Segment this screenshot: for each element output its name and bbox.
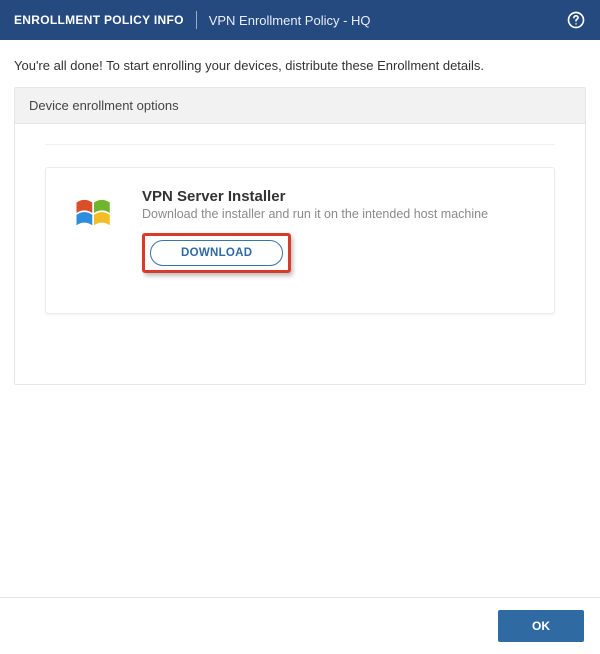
dialog-footer: OK (0, 597, 600, 654)
download-button[interactable]: DOWNLOAD (150, 240, 283, 266)
installer-card: VPN Server Installer Download the instal… (45, 167, 555, 314)
card-description: Download the installer and run it on the… (142, 207, 530, 221)
intro-text: You're all done! To start enrolling your… (0, 40, 600, 87)
ok-button[interactable]: OK (498, 610, 584, 642)
help-icon[interactable] (566, 10, 586, 30)
header-subtitle: VPN Enrollment Policy - HQ (209, 13, 371, 28)
card-content: VPN Server Installer Download the instal… (142, 188, 530, 273)
panel-divider (45, 144, 555, 145)
panel-header: Device enrollment options (15, 88, 585, 124)
header-divider (196, 11, 197, 29)
card-title: VPN Server Installer (142, 188, 530, 205)
dialog-content: You're all done! To start enrolling your… (0, 40, 600, 597)
panel-body: VPN Server Installer Download the instal… (15, 124, 585, 384)
windows-icon (70, 188, 118, 273)
dialog-header: ENROLLMENT POLICY INFO VPN Enrollment Po… (0, 0, 600, 40)
header-title: ENROLLMENT POLICY INFO (14, 13, 184, 27)
enrollment-panel: Device enrollment options VPN Server Ins… (14, 87, 586, 385)
download-highlight: DOWNLOAD (142, 233, 291, 273)
